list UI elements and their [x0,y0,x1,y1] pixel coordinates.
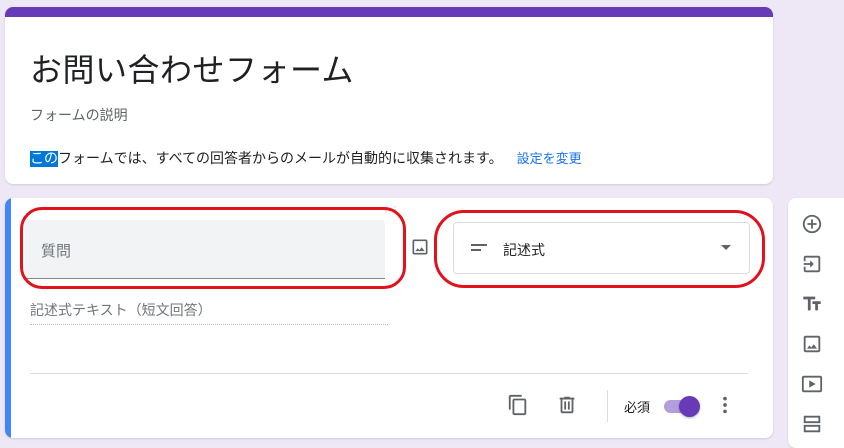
selected-text: この [30,151,58,167]
question-type-dropdown[interactable]: 記述式 [453,222,750,274]
more-vert-icon [723,396,727,414]
short-answer-preview: 記述式テキスト（短文回答） [30,300,388,325]
add-image-tool-button[interactable] [799,331,825,357]
add-image-icon [803,335,821,353]
form-description[interactable]: フォームの説明 [30,105,128,125]
dropdown-arrow-icon [721,245,731,250]
required-toggle[interactable] [664,396,702,417]
add-video-button[interactable] [799,371,825,397]
add-title-icon [803,296,821,311]
delete-button[interactable] [554,392,580,418]
short-answer-icon [471,244,487,251]
floating-toolbar [788,198,844,448]
add-question-button[interactable] [799,211,825,237]
import-questions-icon [803,255,821,273]
duplicate-icon [508,394,527,416]
import-questions-button[interactable] [799,251,825,277]
email-collection-notice: このフォームでは、すべての回答者からのメールが自動的に収集されます。 設定を変更 [30,148,582,168]
question-title-input[interactable]: 質問 [25,220,385,279]
more-options-button[interactable] [712,392,738,418]
toggle-knob [679,396,700,417]
add-section-icon [803,415,821,433]
trash-icon [559,396,575,414]
theme-top-bar [5,7,773,17]
add-image-button[interactable] [407,234,433,260]
active-card-accent [5,198,11,438]
question-type-label: 記述式 [503,243,545,259]
add-title-button[interactable] [799,291,825,317]
footer-divider [30,373,748,374]
change-settings-link[interactable]: 設定を変更 [517,152,582,167]
add-question-icon [802,214,822,234]
question-title-placeholder: 質問 [41,242,72,260]
required-label: 必須 [624,401,651,416]
form-header-card: お問い合わせフォーム フォームの説明 このフォームでは、すべての回答者からのメー… [5,7,773,184]
email-notice-text: フォームでは、すべての回答者からのメールが自動的に収集されます。 [58,151,503,167]
add-section-button[interactable] [799,411,825,437]
image-icon [412,239,428,255]
form-title[interactable]: お問い合わせフォーム [30,45,354,91]
add-video-icon [801,375,823,393]
footer-vertical-divider [607,390,608,422]
drag-handle[interactable]: ⋮⋮ [382,205,400,214]
duplicate-button[interactable] [505,392,531,418]
